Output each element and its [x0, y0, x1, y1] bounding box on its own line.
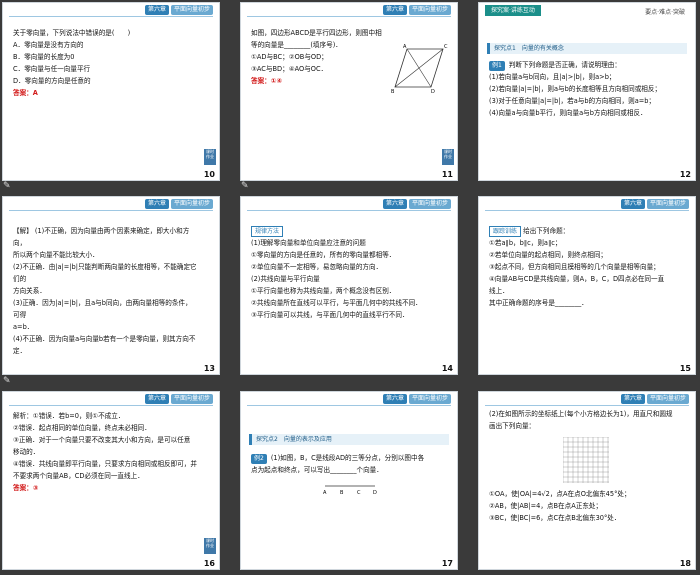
svg-text:A: A — [323, 490, 327, 496]
svg-text:B: B — [391, 89, 395, 93]
svg-text:D: D — [431, 89, 435, 93]
slide-10[interactable]: 第六章 平面向量初步 关于零向量，下列说法中错误的是( ) A．零向量是没有方向的 B… — [2, 2, 220, 181]
slide-icon: ✎ — [3, 181, 11, 191]
svg-text:C: C — [357, 490, 361, 496]
section-tag: 探究案·讲练互动 — [485, 5, 541, 16]
slide-13[interactable]: 第六章 平面向量初步 【解】 (1)不正确，因为向量由两个因素来确定，即大小和方向… — [2, 196, 220, 375]
slide-14[interactable]: 第六章 平面向量初步 规律方法 (1)理解零向量和单位向量应注意的问题 ①零向量的方… — [240, 196, 458, 375]
segment-figure: A B C D — [323, 485, 377, 496]
page-number: 10 — [203, 170, 215, 179]
grid-paper — [563, 437, 609, 483]
svg-text:B: B — [340, 490, 344, 496]
svg-text:C: C — [444, 44, 448, 50]
svg-text:D: D — [373, 490, 377, 496]
slide-11[interactable]: 第六章 平面向量初步 如图，四边形ABCD是平行四边形，则图中相 等的向量是____… — [240, 2, 458, 181]
slide-header: 第六章 平面向量初步 — [144, 5, 213, 15]
homework-button[interactable]: 课时 作业 — [204, 149, 216, 165]
svg-text:A: A — [403, 44, 407, 50]
answer: 答案：A — [13, 89, 38, 97]
slide-18[interactable]: 第六章 平面向量初步 (2)在如图所示的坐标纸上(每个小方格边长为1)，用直尺和圆… — [478, 391, 696, 570]
slide-content: 关于零向量，下列说法中错误的是( ) A．零向量是没有方向的 B．零向量的长度为0 C… — [13, 27, 197, 99]
slide-17[interactable]: 第六章 平面向量初步 探究点2 向量的表示及应用 例2 (1)如图，B，C是线段AD… — [240, 391, 458, 570]
parallelogram-figure: A C B D — [391, 44, 448, 93]
slide-12[interactable]: 探究案·讲练互动 要点·难点·突破 探究点1 向量的有关概念 例1 判断下列命题是… — [478, 2, 696, 181]
slide-15[interactable]: 第六章 平面向量初步 跟踪训练 给出下列命题： ①若a∥b，b∥c，则a∥c； ②若… — [478, 196, 696, 375]
slide-16[interactable]: 第六章 平面向量初步 解析：①错误．若b=0，则①不成立． ②错误．起点相同的单位向… — [2, 391, 220, 570]
